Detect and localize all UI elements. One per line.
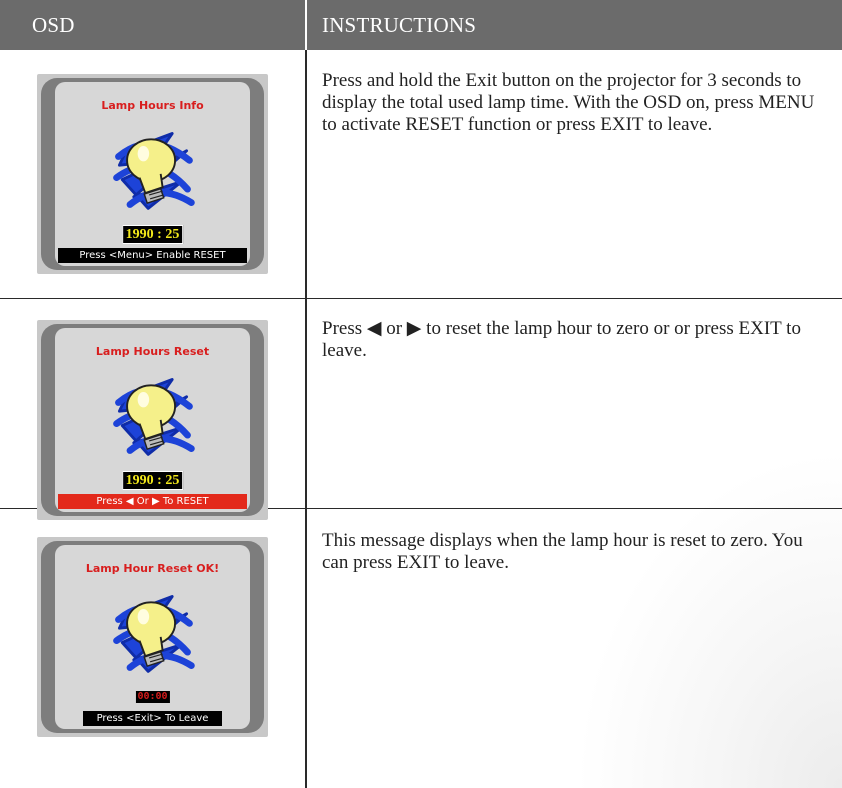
lamp-time-value: 00:00 (135, 691, 170, 703)
osd-title: Lamp Hour Reset OK! (85, 562, 220, 575)
osd-hint-bar: Press <Exit> To Leave (83, 711, 222, 726)
osd-column-header: OSD (0, 0, 305, 50)
osd-title: Lamp Hours Reset (95, 345, 210, 358)
lightbulb-icon (113, 595, 195, 673)
row-divider (0, 298, 842, 299)
instruction-text: This message displays when the lamp hour… (322, 530, 803, 573)
lightbulb-icon (113, 132, 195, 210)
osd-screenshot: Lamp Hours Info 1990 : 25 Press <Menu> E… (37, 74, 268, 274)
osd-hint-bar: Press ◀ Or ▶ To RESET (58, 494, 247, 509)
column-divider (305, 50, 307, 788)
instructions-column-header: INSTRUCTIONS (307, 0, 842, 50)
instruction-text: Press and hold the Exit button on the pr… (322, 70, 815, 135)
osd-hint-bar: Press <Menu> Enable RESET (58, 248, 247, 263)
lightbulb-icon (113, 378, 195, 456)
osd-panel: Lamp Hours Reset 1990 : 25 Press ◀ Or ▶ … (55, 328, 250, 512)
lamp-time-value: 1990 : 25 (121, 471, 184, 490)
lamp-time-value: 1990 : 25 (121, 225, 184, 244)
osd-screen: Lamp Hours Reset 1990 : 25 Press ◀ Or ▶ … (41, 324, 264, 516)
table-header: OSD INSTRUCTIONS (0, 0, 842, 50)
osd-screen: Lamp Hour Reset OK! 00:00 Press <Exit> T… (41, 541, 264, 733)
osd-title: Lamp Hours Info (101, 99, 204, 112)
osd-screenshot: Lamp Hours Reset 1990 : 25 Press ◀ Or ▶ … (37, 320, 268, 520)
osd-screenshot: Lamp Hour Reset OK! 00:00 Press <Exit> T… (37, 537, 268, 737)
instruction-text: Press ◀ or ▶ to reset the lamp hour to z… (322, 318, 801, 361)
osd-panel: Lamp Hour Reset OK! 00:00 Press <Exit> T… (55, 545, 250, 729)
osd-panel: Lamp Hours Info 1990 : 25 Press <Menu> E… (55, 82, 250, 266)
osd-screen: Lamp Hours Info 1990 : 25 Press <Menu> E… (41, 78, 264, 270)
